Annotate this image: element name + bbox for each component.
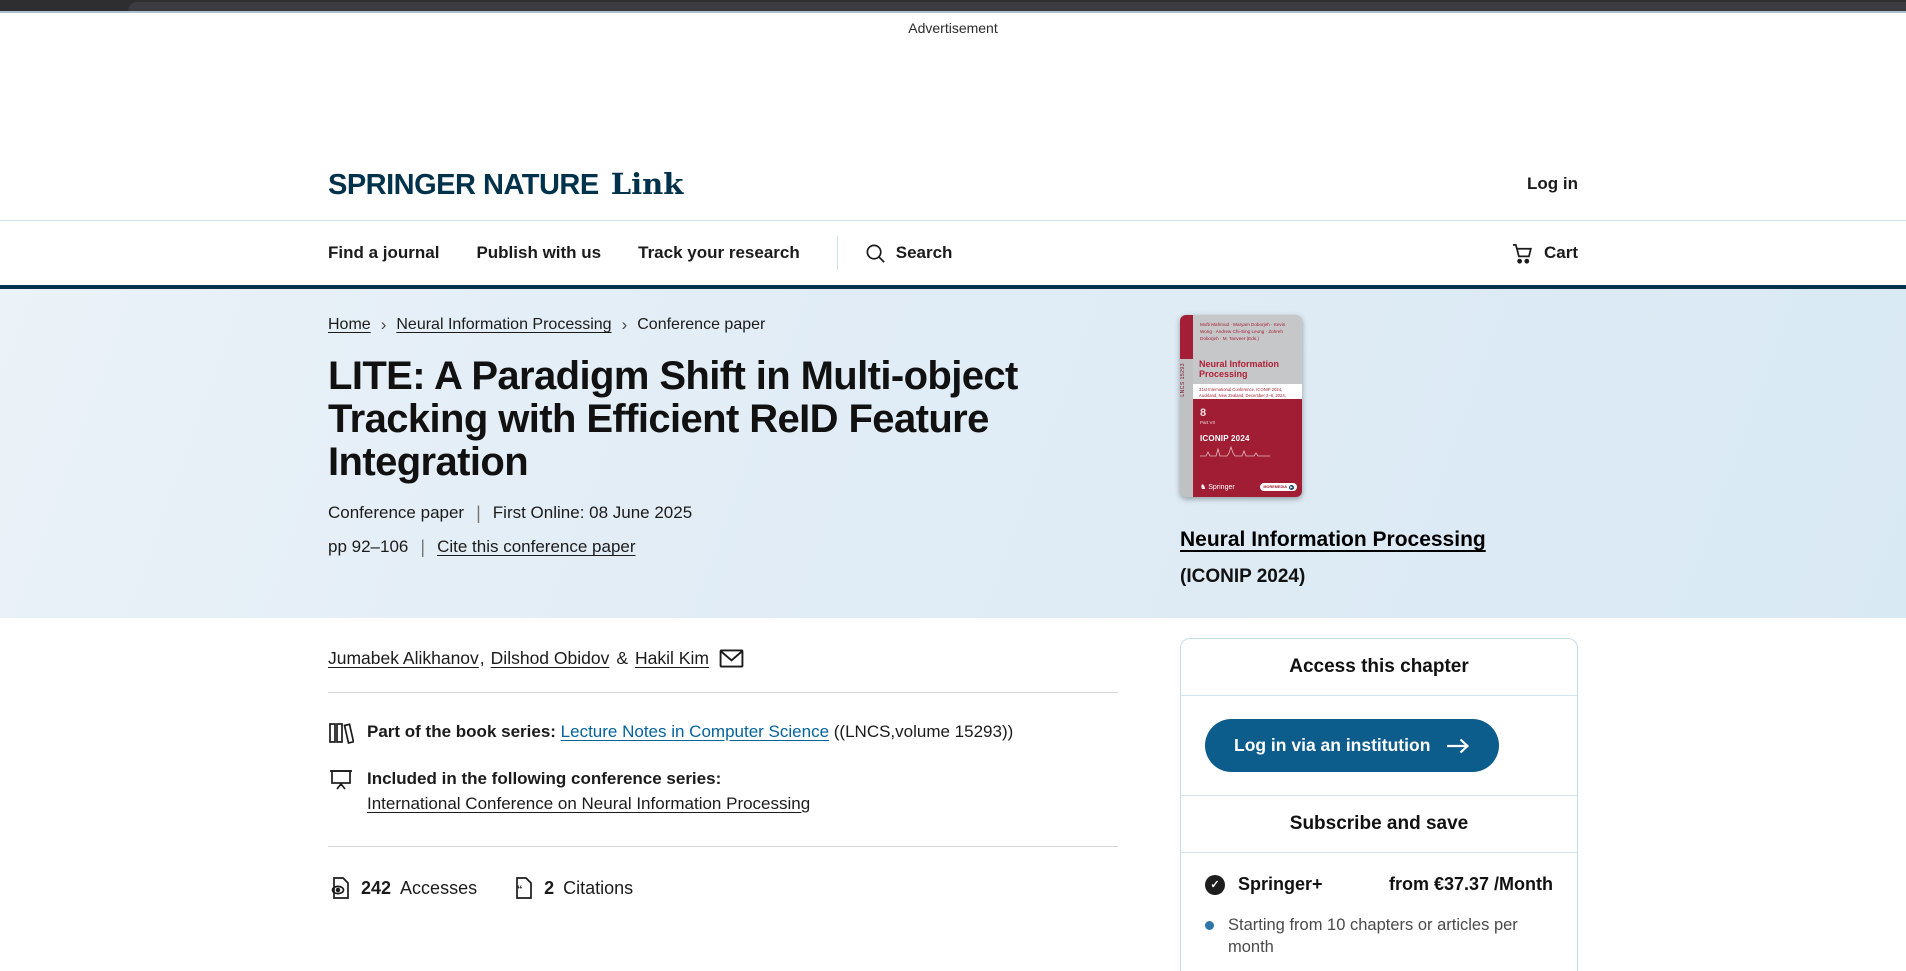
cover-spine-label: LNCS 15293: [1180, 363, 1193, 397]
subscribe-title: Subscribe and save: [1181, 796, 1577, 852]
accesses-icon: [328, 876, 352, 900]
first-online-date: First Online: 08 June 2025: [493, 503, 692, 523]
springer-nature-link-logo[interactable]: SPRINGER NATURE Link: [328, 167, 683, 202]
citations-metric: “ 2 Citations: [511, 876, 633, 900]
svg-text:“: “: [517, 884, 523, 896]
nav-track-your-research[interactable]: Track your research: [638, 243, 800, 263]
plan-benefits-list: Starting from 10 chapters or articles pe…: [1205, 915, 1553, 971]
main-content: Jumabek Alikhanov, Dilshod Obidov & Haki…: [0, 618, 1906, 971]
springer-plus-row: ✓ Springer+ from €37.37 /Month: [1205, 874, 1553, 895]
article-metrics: 242 Accesses “ 2 Citations: [328, 876, 1118, 900]
conference-series-icon: [328, 768, 354, 792]
plan-name: Springer+: [1238, 874, 1323, 895]
nav-publish-with-us[interactable]: Publish with us: [476, 243, 601, 263]
cover-moremedia-badge: MOREMEDIA ▶: [1260, 483, 1297, 491]
cart-button[interactable]: Cart: [1510, 242, 1578, 265]
breadcrumb-separator: ›: [622, 315, 628, 335]
ad-label: Advertisement: [0, 20, 1906, 36]
cover-bottom-panel: 8 Part VII ICONIP 2024 ♞ Springer MOREME…: [1193, 399, 1302, 497]
browser-tab[interactable]: [128, 2, 1906, 11]
citations-icon: “: [511, 876, 535, 900]
accesses-metric: 242 Accesses: [328, 876, 477, 900]
login-institution-button[interactable]: Log in via an institution: [1205, 719, 1499, 772]
nav-divider: [837, 236, 838, 270]
author-link[interactable]: Dilshod Obidov: [491, 648, 610, 669]
email-icon[interactable]: [719, 649, 744, 668]
browser-tab-strip: [0, 0, 1906, 13]
page-title: LITE: A Paradigm Shift in Multi-object T…: [328, 355, 1128, 485]
search-button[interactable]: Search: [864, 242, 953, 265]
cover-publisher-logo: ♞ Springer: [1200, 483, 1235, 491]
article-meta-row: Conference paper | First Online: 08 June…: [328, 503, 1128, 524]
site-header: SPRINGER NATURE Link Log in: [0, 148, 1906, 220]
nav-find-a-journal[interactable]: Find a journal: [328, 243, 439, 263]
search-label: Search: [896, 243, 953, 263]
article-meta-row-2: pp 92–106 | Cite this conference paper: [328, 537, 1128, 558]
access-card-title: Access this chapter: [1181, 639, 1577, 695]
search-icon: [864, 242, 887, 265]
divider: [328, 846, 1118, 847]
breadcrumb-separator: ›: [381, 315, 387, 335]
cite-paper-link[interactable]: Cite this conference paper: [437, 537, 635, 557]
breadcrumb-current: Conference paper: [637, 316, 765, 334]
cover-iconip-badge: ICONIP 2024: [1200, 435, 1302, 443]
author-link[interactable]: Jumabek Alikhanov: [328, 648, 479, 669]
access-chapter-card: Access this chapter Log in via an instit…: [1180, 638, 1578, 971]
ad-banner-area: Advertisement: [0, 13, 1906, 148]
book-series-row: Part of the book series: Lecture Notes i…: [328, 720, 1118, 745]
content-type: Conference paper: [328, 503, 464, 523]
breadcrumb-book[interactable]: Neural Information Processing: [396, 316, 611, 334]
cart-icon: [1510, 242, 1535, 265]
lncs-series-link[interactable]: Lecture Notes in Computer Science: [561, 722, 829, 741]
arrow-right-icon: [1446, 738, 1470, 754]
book-subtitle: (ICONIP 2024): [1180, 566, 1578, 588]
breadcrumb: Home › Neural Information Processing › C…: [328, 315, 1128, 335]
book-cover[interactable]: Mufti Mahmud · Maryam Doborjeh · Kevin W…: [1180, 315, 1302, 497]
cover-series-mark: 8 Part VII: [1200, 407, 1302, 425]
bullet-icon: [1205, 921, 1214, 930]
cart-label: Cart: [1544, 243, 1578, 263]
author-list: Jumabek Alikhanov, Dilshod Obidov & Haki…: [328, 648, 1118, 669]
cover-spine-accent: [1180, 315, 1193, 359]
logo-link-word: Link: [611, 167, 684, 201]
cover-title: Neural Information Processing: [1193, 359, 1302, 380]
plan-benefit-item: Starting from 10 chapters or articles pe…: [1205, 915, 1553, 959]
cover-editors: Mufti Mahmud · Maryam Doborjeh · Kevin W…: [1193, 315, 1302, 343]
plan-price: from €37.37 /Month: [1389, 874, 1553, 895]
book-title-link[interactable]: Neural Information Processing: [1180, 528, 1486, 552]
play-icon: ▶: [1289, 485, 1294, 490]
conference-series-label: Included in the following conference ser…: [367, 769, 721, 788]
author-link[interactable]: Hakil Kim: [635, 648, 709, 669]
conference-series-link[interactable]: International Conference on Neural Infor…: [367, 794, 810, 813]
check-icon: ✓: [1205, 875, 1225, 895]
book-series-icon: [328, 721, 354, 745]
page-range: pp 92–106: [328, 537, 408, 557]
divider: [328, 692, 1118, 693]
conference-series-row: Included in the following conference ser…: [328, 767, 1118, 816]
primary-nav: Find a journal Publish with us Track you…: [0, 220, 1906, 289]
login-link[interactable]: Log in: [1527, 174, 1578, 194]
article-hero: Home › Neural Information Processing › C…: [0, 289, 1906, 618]
lncs-volume: ((LNCS,volume 15293)): [834, 722, 1014, 741]
logo-wordmark: SPRINGER NATURE: [328, 169, 599, 202]
breadcrumb-home[interactable]: Home: [328, 316, 371, 334]
cover-skyline-art: [1200, 445, 1270, 457]
book-series-label: Part of the book series:: [367, 722, 556, 741]
